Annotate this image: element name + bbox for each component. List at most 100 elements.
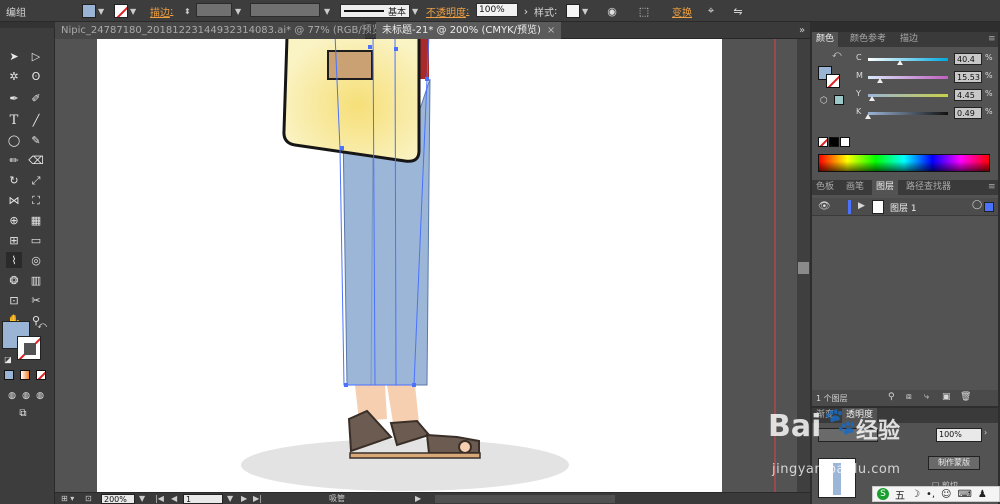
tab-brushes[interactable]: 画笔 [842,180,868,195]
black-track[interactable] [868,112,948,115]
delete-layer-icon[interactable]: 🗑 [960,392,971,402]
stroke-color-swatch[interactable]: ▼ [114,3,136,19]
stroke-label[interactable]: 描边: [150,3,173,19]
none-color-button[interactable] [818,137,828,147]
tab-layers[interactable]: 图层 [872,180,899,195]
width-tool-icon[interactable]: ⋈ [6,192,22,208]
shape-builder-tool-icon[interactable]: ⊕ [6,212,22,228]
chevron-right-icon[interactable]: › [984,428,987,437]
screen-mode-icon[interactable]: ⧉ [15,406,31,422]
anchor-point[interactable] [412,383,416,387]
ground-shadow[interactable] [241,439,569,491]
magenta-slider[interactable]: M 15.53 % [852,71,996,85]
wubi-mode-icon[interactable]: 五 [895,487,905,502]
black-knob[interactable] [865,114,872,119]
gamut-color-chip[interactable] [834,95,844,105]
gradient-tool-icon[interactable]: ▭ [28,232,44,248]
scrollbar-thumb[interactable] [798,262,809,274]
perspective-grid-tool-icon[interactable]: ▦ [28,212,44,228]
pen-tool-icon[interactable]: ✒ [6,90,22,106]
opacity-field[interactable]: 100% [476,3,518,17]
magic-wand-tool-icon[interactable]: ✲ [6,68,22,84]
black-color-button[interactable] [829,137,839,147]
lasso-tool-icon[interactable]: ʘ [28,68,44,84]
tab-pathfinder[interactable]: 路径查找器 [902,180,955,195]
right-ankle[interactable] [387,385,419,423]
make-clipping-mask-icon[interactable]: ⧈ [906,392,912,402]
anchor-point[interactable] [344,383,348,387]
anchor-point[interactable] [394,47,398,51]
artboard-number-field[interactable]: 1 [183,494,223,504]
stroke-weight-field[interactable] [196,3,232,17]
tab-nipic-document[interactable]: Nipic_24787180_20181223144932314083.ai* … [55,22,400,39]
swap-fill-stroke-icon[interactable]: ⤺ [34,318,50,334]
stroke-none-chip[interactable] [826,74,840,88]
column-graph-tool-icon[interactable]: ▥ [28,272,44,288]
chevron-down-icon[interactable]: ▼ [139,494,145,504]
out-of-gamut-icon[interactable]: ⬡ [820,96,828,106]
slice-tool-icon[interactable]: ✂ [28,292,44,308]
stroke-weight-stepper[interactable]: ⬍ [182,3,191,19]
curvature-tool-icon[interactable]: ✐ [28,90,44,106]
direct-selection-tool-icon[interactable]: ▷ [28,48,44,64]
tab-transparency[interactable]: 透明度 [842,408,878,423]
toolbox-grip[interactable] [0,22,55,28]
punctuation-icon[interactable]: •, [926,489,935,500]
tab-overflow-icon[interactable]: » [795,22,809,39]
tab-gradient[interactable]: 渐变 [812,408,838,423]
graphic-style-swatch[interactable]: ▼ [566,3,588,19]
locate-object-icon[interactable]: ⚲ [888,392,895,402]
isolate-group-icon[interactable]: ⌖ [703,3,719,19]
yellow-knob[interactable] [868,96,875,101]
first-artboard-icon[interactable]: |◀ [155,494,164,504]
swap-icon[interactable]: ⤺ [832,50,842,60]
new-sublayer-icon[interactable]: ⤷ [924,392,929,402]
line-segment-tool-icon[interactable]: ╱ [28,112,44,128]
stroke-color-box[interactable] [17,336,41,360]
blend-tool-icon[interactable]: ◎ [28,252,44,268]
tab-stroke[interactable]: 描边 [896,32,922,47]
type-tool-icon[interactable]: T [6,112,22,128]
make-mask-button[interactable]: 制作蒙版 [928,456,980,470]
yellow-track[interactable] [868,94,948,97]
blend-mode-select[interactable] [818,428,878,442]
chevron-right-icon[interactable]: › [518,3,534,19]
cyan-track[interactable] [868,58,948,61]
status-menu-icon[interactable]: ⊞ ▾ [61,494,74,504]
panel-menu-icon[interactable]: ⇋ [730,3,746,19]
emoji-icon[interactable]: ☺ [941,489,951,500]
panel-menu-icon[interactable]: ≡ [984,180,1000,195]
eyedropper-tool-icon[interactable]: ⌇ [6,252,22,268]
eye-icon[interactable]: 👁 [818,201,831,212]
chevron-down-icon[interactable]: ▼ [227,494,233,504]
scale-tool-icon[interactable]: ⤢ [28,172,44,188]
expand-triangle-icon[interactable]: ▶ [858,201,865,211]
draw-inside-icon[interactable]: ◍ [32,388,48,404]
tab-color[interactable]: 颜色 [812,32,839,47]
new-layer-icon[interactable]: ▣ [942,392,951,402]
symbol-sprayer-tool-icon[interactable]: ❂ [6,272,22,288]
default-fill-stroke-icon[interactable]: ◪ [0,352,16,368]
color-spectrum[interactable] [818,154,990,172]
ellipse-tool-icon[interactable]: ◯ [6,132,22,148]
toe[interactable] [458,440,472,454]
half-width-icon[interactable]: ☽ [911,489,920,500]
yellow-slider[interactable]: Y 4.45 % [852,89,996,103]
magenta-knob[interactable] [877,78,884,83]
chevron-right-icon[interactable]: ▶ [415,494,421,504]
chevron-down-icon[interactable]: ▼ [324,3,330,19]
recolor-artwork-icon[interactable]: ◉ [604,3,620,19]
layer-row[interactable]: 👁 ▶ 图层 1 ◯ [812,198,998,216]
layer-name[interactable]: 图层 1 [890,201,917,214]
eraser-tool-icon[interactable]: ⌫ [28,152,44,168]
anchor-point[interactable] [425,77,429,81]
keyboard-icon[interactable]: ⌨ [957,489,971,500]
stroke-profile-select[interactable]: 基本 ▼ [340,3,418,19]
gradient-mode-button[interactable] [20,370,30,380]
tab-untitled-21[interactable]: 未标题-21* @ 200% (CMYK/预览) × [376,22,561,39]
zoom-field[interactable]: 200% [101,494,135,504]
pencil-tool-icon[interactable]: ✏ [6,152,22,168]
ime-toolbar[interactable]: S 五 ☽ •, ☺ ⌨ ♟ [872,486,1000,502]
prev-artboard-icon[interactable]: ◀ [171,494,177,504]
target-icon[interactable]: ◯ [972,200,982,210]
